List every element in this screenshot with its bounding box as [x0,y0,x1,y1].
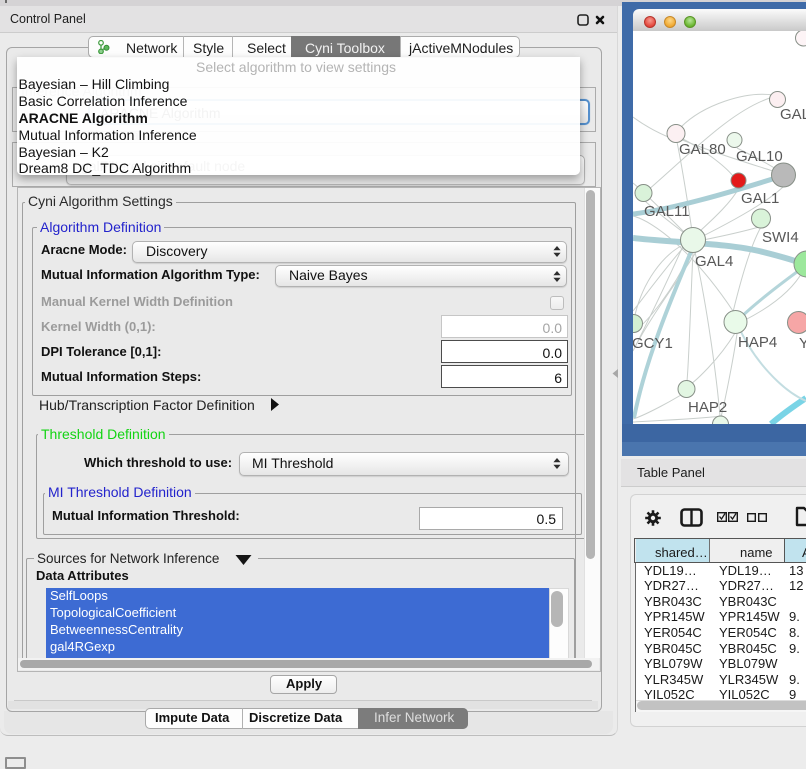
svg-text:SWI4: SWI4 [762,229,799,246]
svg-text:GAL10: GAL10 [736,148,783,165]
svg-text:GCY1: GCY1 [633,335,673,352]
svg-text:GAL1: GAL1 [741,190,779,207]
svg-text:HAP4: HAP4 [738,334,777,351]
svg-text:HAP2: HAP2 [688,399,727,416]
svg-text:GAL11: GAL11 [644,203,690,220]
svg-text:GAL80: GAL80 [679,141,726,158]
svg-text:GAL2: GAL2 [780,106,806,123]
svg-text:Y: Y [799,335,806,352]
svg-text:GAL4: GAL4 [695,253,733,270]
